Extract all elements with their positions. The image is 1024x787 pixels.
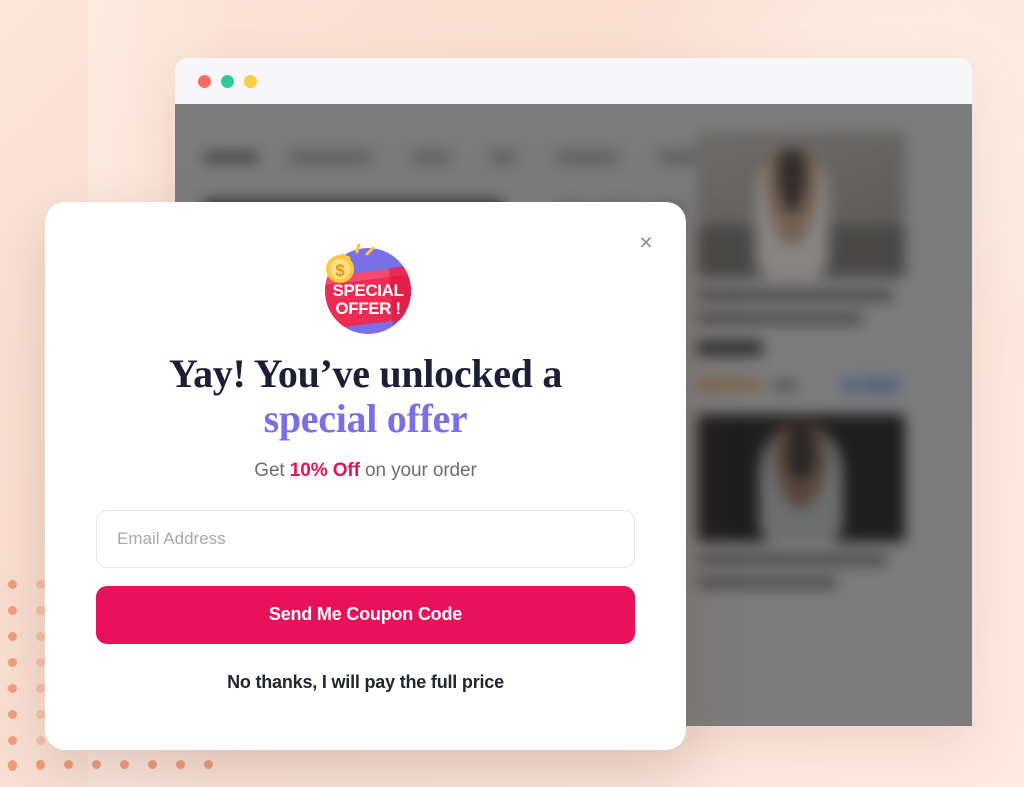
decorative-dot xyxy=(120,760,129,769)
decorative-dot xyxy=(36,580,45,589)
svg-text:$: $ xyxy=(335,261,345,280)
decorative-dot xyxy=(204,760,213,769)
email-field[interactable] xyxy=(96,509,635,568)
decorative-dot xyxy=(36,710,45,719)
modal-body: SPECIAL OFFER ! $ Yay! You’ve unlocked a… xyxy=(45,202,686,693)
window-maximize-icon[interactable] xyxy=(244,74,257,88)
decorative-dot xyxy=(8,658,17,667)
decorative-dot xyxy=(176,760,185,769)
decorative-dot xyxy=(8,736,17,745)
headline-line-1: Yay! You’ve unlocked a xyxy=(168,351,563,396)
decorative-dot xyxy=(36,606,45,615)
svg-text:OFFER !: OFFER ! xyxy=(335,299,400,318)
decorative-dots-column xyxy=(8,580,24,780)
decorative-dot xyxy=(36,658,45,667)
discount-amount: 10% Off xyxy=(289,459,360,481)
decorative-dot xyxy=(8,710,17,719)
special-offer-badge-icon: SPECIAL OFFER ! $ xyxy=(319,242,413,338)
decline-offer-link[interactable]: No thanks, I will pay the full price xyxy=(96,672,635,693)
window-minimize-icon[interactable] xyxy=(221,74,234,88)
offer-subline: Get 10% Off on your order xyxy=(96,460,635,482)
decorative-dot xyxy=(8,684,17,693)
svg-text:SPECIAL: SPECIAL xyxy=(332,281,403,300)
decorative-dot xyxy=(8,632,17,641)
window-close-icon[interactable] xyxy=(198,74,211,88)
send-coupon-button[interactable]: Send Me Coupon Code xyxy=(96,585,635,644)
decorative-dots-row xyxy=(8,760,218,776)
headline-accent: special offer xyxy=(263,395,468,441)
decorative-dot xyxy=(8,580,17,589)
decorative-dot xyxy=(64,760,73,769)
decorative-dot xyxy=(36,736,45,745)
decorative-dot xyxy=(36,632,45,641)
decorative-dot xyxy=(148,760,157,769)
subline-suffix: on your order xyxy=(359,459,477,481)
decorative-dot xyxy=(8,760,17,769)
subline-prefix: Get xyxy=(254,459,290,481)
decorative-dot xyxy=(36,760,45,769)
decorative-dot xyxy=(92,760,101,769)
close-icon[interactable]: × xyxy=(628,224,664,260)
screenshot-stage: × SPECIAL OFFER ! $ Yay! You’ve unlocked… xyxy=(0,0,1024,787)
decorative-dot xyxy=(8,606,17,615)
decorative-dot xyxy=(36,684,45,693)
special-offer-modal: × SPECIAL OFFER ! $ Yay! You’ve unlocked… xyxy=(45,202,686,750)
page-title: Yay! You’ve unlocked a special offer xyxy=(96,351,635,442)
browser-titlebar xyxy=(175,58,972,104)
